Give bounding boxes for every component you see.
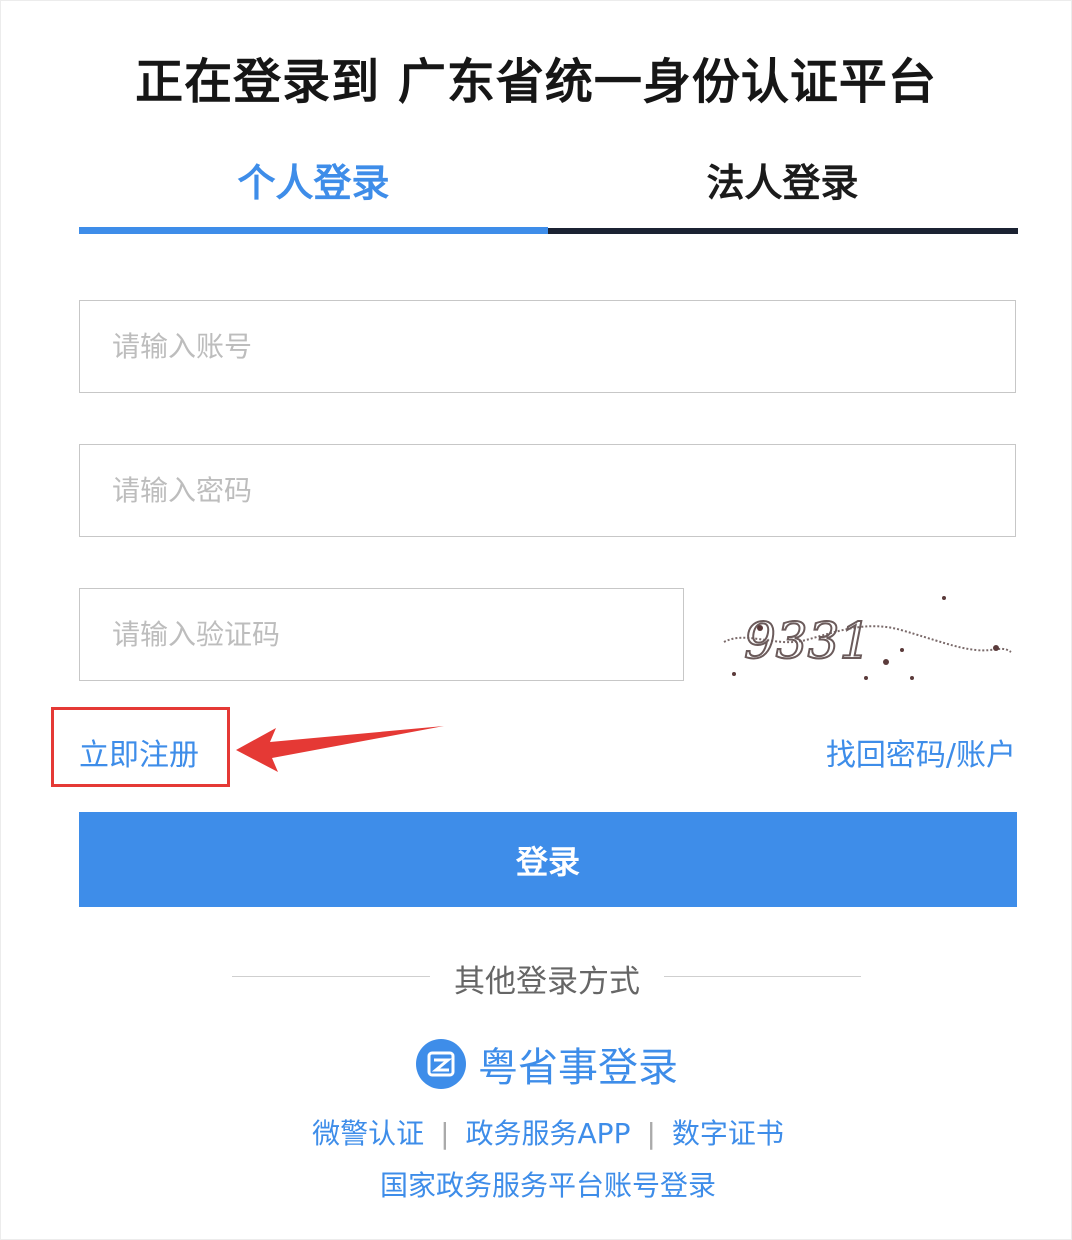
page-title: 正在登录到 广东省统一身份认证平台	[135, 54, 937, 110]
captcha-input[interactable]	[79, 588, 684, 681]
captcha-image[interactable]: 9331	[716, 590, 1016, 685]
tab-personal-login[interactable]: 个人登录	[79, 152, 548, 214]
annotation-highlight-box	[51, 707, 230, 787]
tab-legal-login[interactable]: 法人登录	[548, 152, 1017, 214]
recover-account-link[interactable]: 找回密码/账户	[826, 730, 1016, 774]
national-platform-login-link[interactable]: 国家政务服务平台账号登录	[0, 1164, 1072, 1204]
inactive-tab-indicator	[548, 228, 1018, 234]
gov-app-link[interactable]: 政务服务APP	[466, 1117, 631, 1150]
other-login-label: 其他登录方式	[454, 964, 640, 1000]
digital-certificate-link[interactable]: 数字证书	[672, 1117, 784, 1150]
captcha-text: 9331	[744, 612, 871, 670]
separator: |	[440, 1117, 450, 1150]
login-button[interactable]: 登录	[79, 812, 1017, 907]
yueshengshi-logo-icon	[416, 1039, 466, 1089]
account-input[interactable]	[79, 300, 1016, 393]
active-tab-indicator	[79, 227, 548, 234]
password-input[interactable]	[79, 444, 1016, 537]
divider-right	[664, 976, 861, 977]
weijing-auth-link[interactable]: 微警认证	[312, 1117, 424, 1150]
annotation-arrow-icon	[236, 726, 444, 772]
separator: |	[646, 1117, 656, 1150]
divider-left	[232, 976, 430, 977]
yueshengshi-login[interactable]: 粤省事登录	[416, 1036, 678, 1092]
yueshengshi-label: 粤省事登录	[478, 1045, 678, 1091]
alt-login-options: 微警认证 | 政务服务APP | 数字证书	[0, 1112, 1072, 1152]
